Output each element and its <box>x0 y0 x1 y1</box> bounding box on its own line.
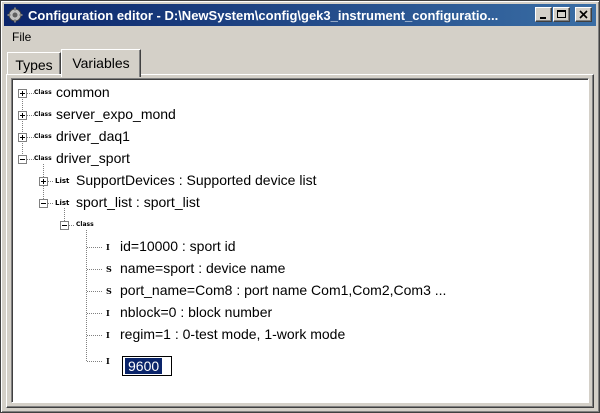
minimize-icon <box>540 17 546 19</box>
expand-support-devices-button[interactable] <box>39 177 48 186</box>
selected-value-text: 9600 <box>125 358 163 374</box>
tree-node-common[interactable]: common <box>56 84 110 101</box>
field-regim[interactable]: regim=1 : 0-test mode, 1-work mode <box>120 326 345 343</box>
int-type-tag: I <box>106 308 110 318</box>
menu-bar: File <box>4 27 596 47</box>
minimize-button[interactable] <box>535 7 552 22</box>
variables-panel: Class common Class server_expo_mond Clas… <box>6 74 594 408</box>
field-nblock[interactable]: nblock=0 : block number <box>120 304 272 321</box>
maximize-button[interactable] <box>553 7 570 22</box>
tree-node-driver-sport[interactable]: driver_sport <box>56 150 130 167</box>
int-type-tag: I <box>106 330 110 340</box>
list-tag: List <box>55 199 70 207</box>
menu-file[interactable]: File <box>12 30 31 44</box>
tree-node-driver-daq1[interactable]: driver_daq1 <box>56 128 130 145</box>
class-tag: Class <box>34 89 52 96</box>
field-id[interactable]: id=10000 : sport id <box>120 238 236 255</box>
text-caret <box>171 358 172 374</box>
int-type-tag: I <box>106 356 110 366</box>
tree-node-support-devices[interactable]: SupportDevices : Supported device list <box>76 172 316 189</box>
tab-variables[interactable]: Variables <box>61 49 141 77</box>
collapse-sport-class-button[interactable] <box>60 221 69 230</box>
class-tag: Class <box>34 111 52 118</box>
tab-strip: Types Variables <box>4 47 596 77</box>
expand-server-expo-mond-button[interactable] <box>18 111 27 120</box>
tab-types[interactable]: Types <box>7 52 61 75</box>
close-icon <box>579 10 588 19</box>
field-port-name[interactable]: port_name=Com8 : port name Com1,Com2,Com… <box>120 282 446 299</box>
expand-common-button[interactable] <box>18 89 27 98</box>
title-bar[interactable]: Configuration editor - D:\NewSystem\conf… <box>4 4 596 26</box>
gear-app-icon[interactable] <box>7 7 23 23</box>
string-type-tag: S <box>106 264 112 274</box>
close-button[interactable] <box>575 7 592 22</box>
field-name[interactable]: name=sport : device name <box>120 260 285 277</box>
class-tag: Class <box>76 221 94 228</box>
collapse-driver-sport-button[interactable] <box>18 155 27 164</box>
node-label-edit-input[interactable]: 9600 <box>122 356 172 376</box>
maximize-icon <box>557 10 566 18</box>
int-type-tag: I <box>106 242 110 252</box>
list-tag: List <box>55 177 70 185</box>
class-tag: Class <box>34 133 52 140</box>
tree-node-sport-list[interactable]: sport_list : sport_list <box>76 194 200 211</box>
collapse-sport-list-button[interactable] <box>39 199 48 208</box>
window-title: Configuration editor - D:\NewSystem\conf… <box>28 8 499 23</box>
variables-tree[interactable]: Class common Class server_expo_mond Clas… <box>11 78 589 403</box>
class-tag: Class <box>34 155 52 162</box>
tree-node-server-expo-mond[interactable]: server_expo_mond <box>56 106 176 123</box>
expand-driver-daq1-button[interactable] <box>18 133 27 142</box>
string-type-tag: S <box>106 286 112 296</box>
configuration-editor-window: Configuration editor - D:\NewSystem\conf… <box>0 0 600 413</box>
